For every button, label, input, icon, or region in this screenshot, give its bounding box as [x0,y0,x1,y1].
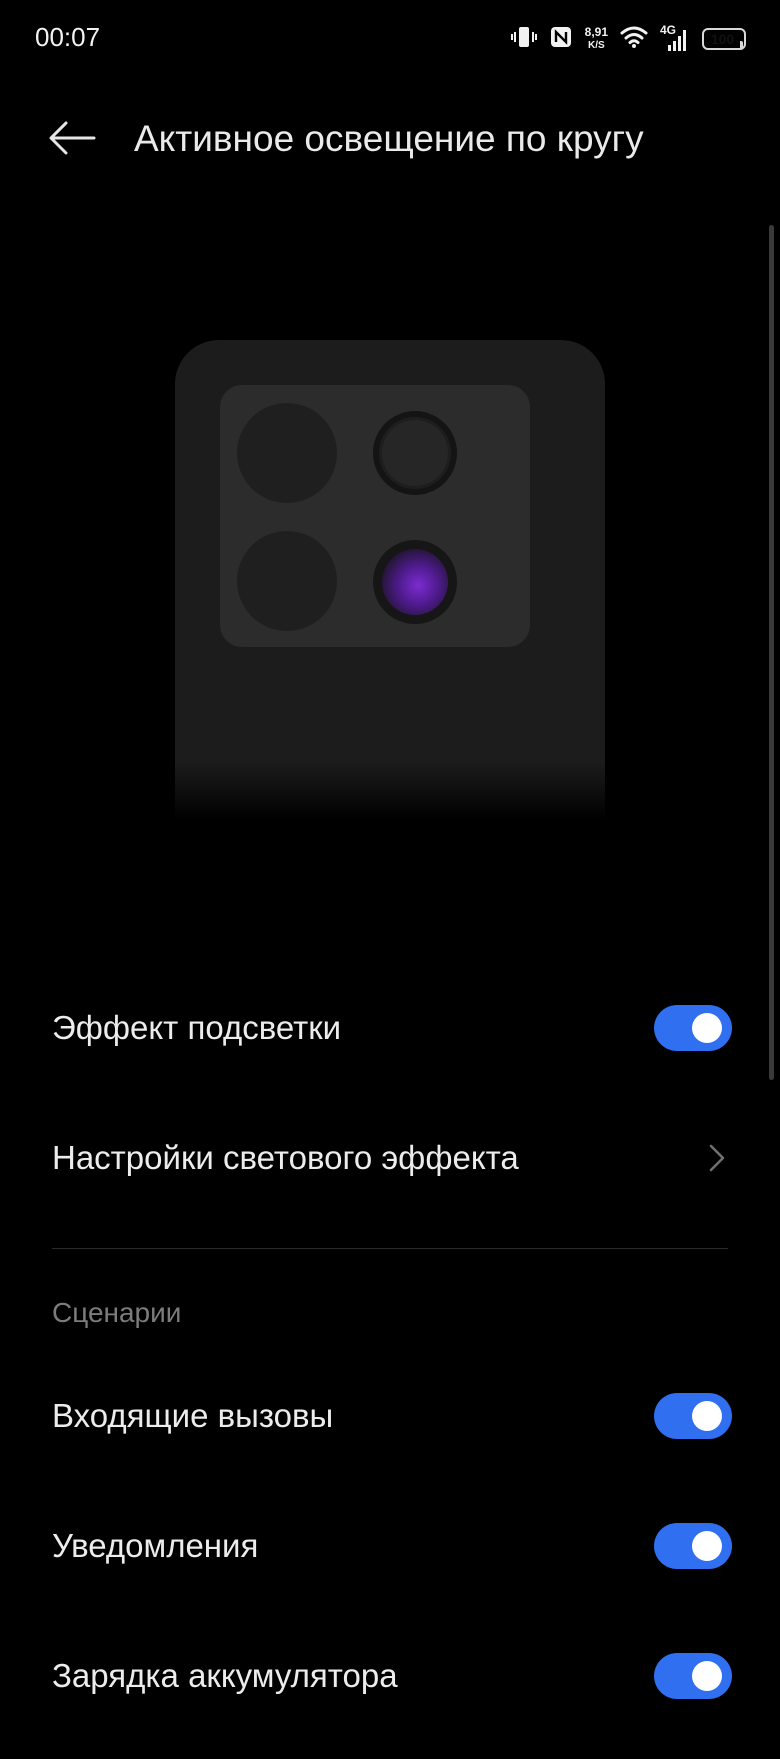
chevron-right-icon [702,1138,732,1178]
lighting-effect-label: Эффект подсветки [52,1009,342,1046]
divider [52,1248,728,1249]
scenario-row-notifications[interactable]: Уведомления [52,1506,732,1586]
header: Активное освещение по кругу [0,100,780,180]
nfc-icon [549,25,573,54]
net-speed-value: 8,91 [584,25,608,39]
status-time: 00:07 [35,22,101,52]
notifications-toggle[interactable] [654,1523,732,1569]
vibrate-icon [510,24,537,55]
scenario-row-battery-charging[interactable]: Зарядка аккумулятора [52,1636,732,1716]
status-icons: 8,91 K/S 4G 100 [510,22,746,56]
battery-level: 100 [710,31,735,47]
back-button[interactable] [44,112,100,168]
scenario-row-incoming-calls[interactable]: Входящие вызовы [52,1376,732,1456]
toggle-knob [692,1661,722,1691]
battery-icon: 100 [702,28,746,50]
page-title: Активное освещение по кругу [134,118,644,159]
light-effect-settings-row[interactable]: Настройки светового эффекта [52,1118,732,1198]
light-effect-settings-label: Настройки светового эффекта [52,1139,519,1176]
camera-lens [237,403,337,503]
phone-back-preview [175,340,605,820]
status-bar: 00:07 8,91 K/S 4G 100 [0,0,780,80]
toggle-knob [692,1531,722,1561]
camera-module [220,385,530,647]
section-title-scenarios: Сценарии [52,1297,182,1328]
scenario-label: Уведомления [52,1527,259,1564]
camera-lens-ring [373,411,457,495]
camera-lens [237,531,337,631]
lighting-effect-row[interactable]: Эффект подсветки [52,988,732,1068]
battery-charging-toggle[interactable] [654,1653,732,1699]
cellular-signal-icon: 4G [660,23,690,53]
toggle-knob [692,1401,722,1431]
net-speed-unit: K/S [587,40,605,51]
incoming-calls-toggle[interactable] [654,1393,732,1439]
wifi-icon [620,25,648,54]
lighting-effect-toggle[interactable] [654,1005,732,1051]
scenario-label: Входящие вызовы [52,1397,334,1434]
net-speed: 8,91 K/S [585,26,608,52]
arrow-left-icon [48,120,96,161]
scrollbar[interactable] [769,225,774,1080]
scenario-label: Зарядка аккумулятора [52,1657,398,1694]
toggle-knob [692,1013,722,1043]
light-ring-glow [373,540,457,624]
